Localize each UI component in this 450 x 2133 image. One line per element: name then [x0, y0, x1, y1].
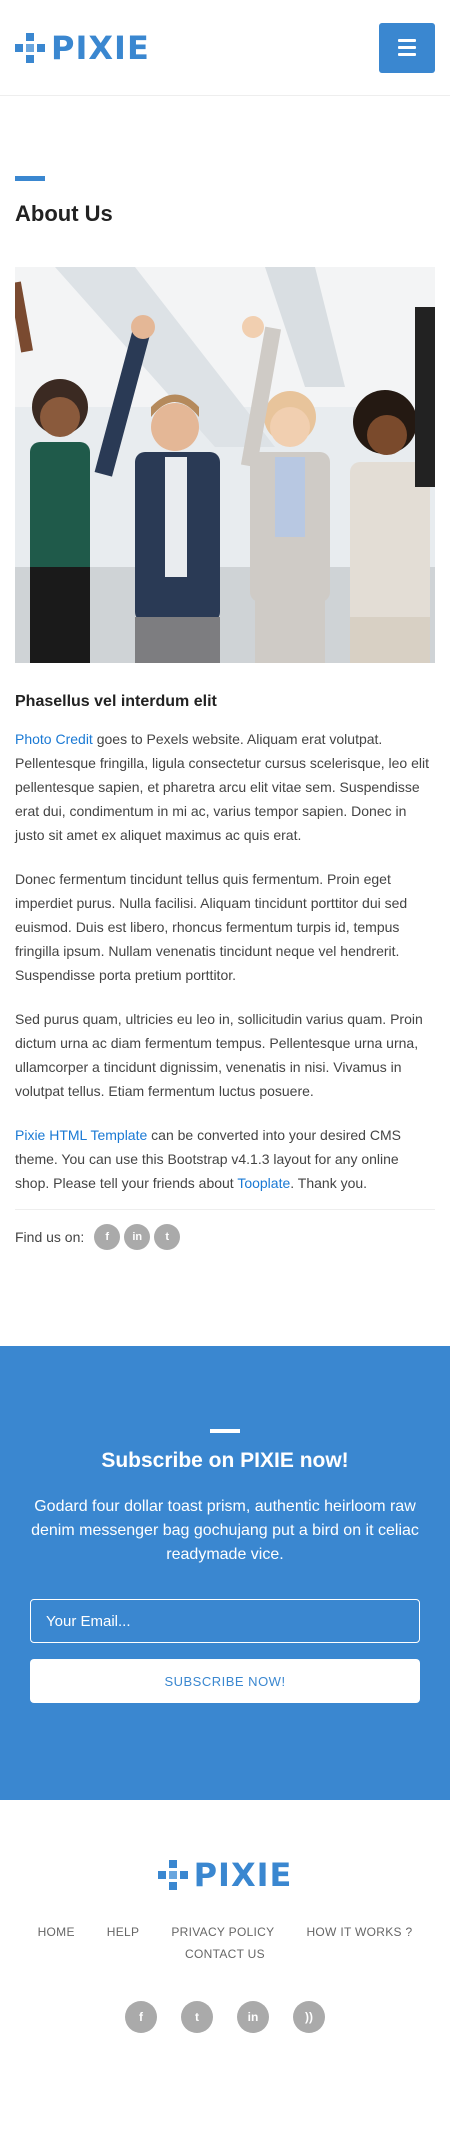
- subscribe-text: Godard four dollar toast prism, authenti…: [31, 1498, 419, 1563]
- photo-credit-link[interactable]: Photo Credit: [15, 731, 93, 747]
- team-celebrating-image: [15, 267, 435, 663]
- divider: [15, 1209, 435, 1210]
- about-section: About Us Phasellus vel interdum elit Pho…: [0, 96, 450, 1250]
- facebook-icon[interactable]: f: [94, 1224, 121, 1250]
- twitter-icon[interactable]: t: [154, 1224, 181, 1250]
- linkedin-icon[interactable]: in: [237, 2001, 269, 2033]
- paragraph-4: Pixie HTML Template can be converted int…: [15, 1127, 401, 1191]
- footer-link-how-it-works[interactable]: HOW IT WORKS ?: [306, 1925, 412, 1939]
- paragraph-1: Photo Credit goes to Pexels website. Ali…: [15, 731, 429, 843]
- facebook-icon[interactable]: f: [125, 2001, 157, 2033]
- footer-link-home[interactable]: HOME: [38, 1925, 75, 1939]
- footer-link-help[interactable]: HELP: [107, 1925, 140, 1939]
- pixie-logo-icon: [157, 1860, 188, 1890]
- paragraph-3: Sed purus quam, ultricies eu leo in, sol…: [15, 1011, 423, 1099]
- rss-icon[interactable]: )): [293, 2001, 325, 2033]
- footer-link-contact[interactable]: CONTACT US: [185, 1947, 265, 1961]
- subscribe-section: Subscribe on PIXIE now! Godard four doll…: [0, 1346, 450, 1800]
- linkedin-icon[interactable]: in: [124, 1224, 151, 1250]
- tooplate-link[interactable]: Tooplate: [237, 1175, 290, 1191]
- footer-link-privacy[interactable]: PRIVACY POLICY: [171, 1925, 274, 1939]
- pixie-template-link[interactable]: Pixie HTML Template: [15, 1127, 147, 1143]
- email-input[interactable]: Your Email...: [30, 1599, 420, 1643]
- logo-text: PIXIE: [51, 28, 150, 67]
- menu-toggle-button[interactable]: [379, 22, 435, 73]
- accent-bar: [210, 1429, 240, 1433]
- footer-logo[interactable]: PIXIE: [157, 1856, 293, 1894]
- accent-bar: [15, 176, 45, 181]
- twitter-icon[interactable]: t: [181, 2001, 213, 2033]
- hamburger-icon: [398, 39, 416, 42]
- find-us-row: Find us on: f in t: [15, 1224, 435, 1250]
- site-header: PIXIE: [0, 0, 450, 96]
- footer-nav: HOME HELP PRIVACY POLICY HOW IT WORKS ? …: [0, 1925, 450, 1961]
- subscribe-button[interactable]: SUBSCRIBE NOW!: [30, 1659, 420, 1703]
- section-title: About Us: [15, 201, 113, 226]
- subscribe-title: Subscribe on PIXIE now!: [101, 1449, 349, 1472]
- logo-text: PIXIE: [193, 1856, 293, 1894]
- site-footer: PIXIE HOME HELP PRIVACY POLICY HOW IT WO…: [0, 1800, 450, 2112]
- article-subtitle: Phasellus vel interdum elit: [15, 693, 217, 710]
- header-logo[interactable]: PIXIE: [15, 29, 150, 67]
- paragraph-2: Donec fermentum tincidunt tellus quis fe…: [15, 871, 408, 983]
- find-us-label: Find us on:: [15, 1229, 85, 1245]
- pixie-logo-icon: [15, 32, 45, 63]
- footer-social: f t in )): [0, 2001, 450, 2033]
